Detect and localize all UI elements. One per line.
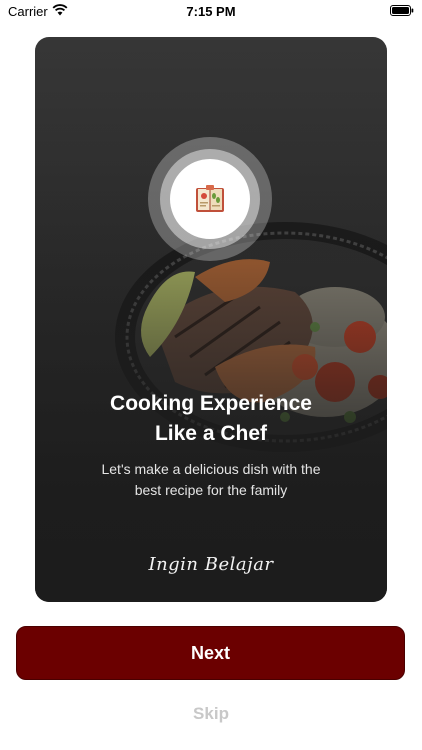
subtitle-line-2: best recipe for the family xyxy=(134,482,288,498)
headline-line-2: Like a Chef xyxy=(154,422,268,445)
status-bar: Carrier 7:15 PM xyxy=(0,0,422,22)
subtitle-line-1: Let's make a delicious dish with the xyxy=(101,461,321,477)
next-button[interactable]: Next xyxy=(16,626,405,680)
onboarding-headline: Cooking Experience Like a Chef xyxy=(35,389,387,449)
brand-name: Ingin Belajar xyxy=(148,554,274,575)
onboarding-card: Cooking Experience Like a Chef Let's mak… xyxy=(35,37,387,602)
logo-badge xyxy=(148,137,272,261)
recipe-book-icon xyxy=(196,185,224,212)
battery-icon xyxy=(390,5,414,16)
card-overlay xyxy=(35,37,387,602)
status-time: 7:15 PM xyxy=(186,4,236,19)
headline-line-1: Cooking Experience xyxy=(110,392,312,415)
skip-button[interactable]: Skip xyxy=(0,704,422,728)
onboarding-subtitle: Let's make a delicious dish with the bes… xyxy=(35,459,387,501)
next-button-label: Next xyxy=(190,642,230,663)
